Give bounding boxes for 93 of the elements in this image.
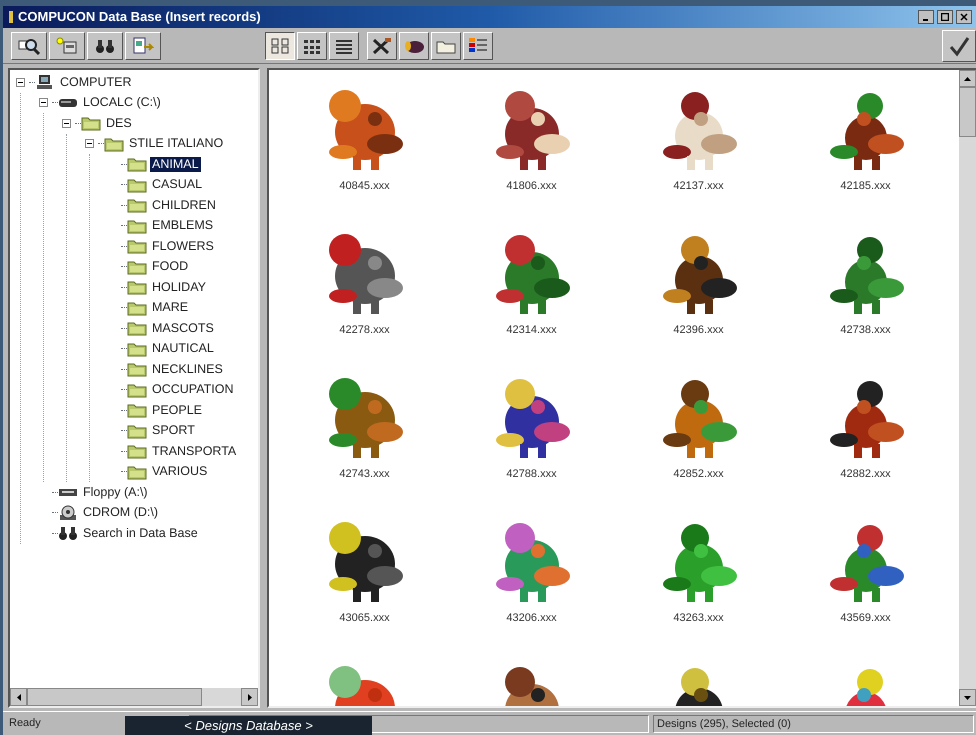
folder-icon xyxy=(127,218,147,234)
tree-item[interactable]: MASCOTS xyxy=(150,320,216,336)
design-label: 42396.xxx xyxy=(673,323,724,338)
scroll-left-button[interactable] xyxy=(10,688,27,706)
folder-icon xyxy=(127,361,147,378)
folder-icon xyxy=(127,443,147,460)
folder-icon xyxy=(127,258,147,275)
computer-icon xyxy=(35,74,55,90)
tree-item[interactable]: PEOPLE xyxy=(150,402,204,418)
folder-icon xyxy=(127,382,147,398)
down-arrow-icon xyxy=(964,696,971,700)
up-arrow-icon xyxy=(964,76,971,80)
window-title: COMPUCON Data Base (Insert records) xyxy=(18,8,262,26)
design-label: 42278.xxx xyxy=(339,323,390,338)
tree-item[interactable]: SPORT xyxy=(150,423,197,438)
design-label: 41806.xxx xyxy=(506,179,557,194)
tree-item[interactable]: LOCALC (C:\) xyxy=(81,95,163,110)
tree-item[interactable]: CASUAL xyxy=(150,177,204,192)
caption: < Designs Database > xyxy=(125,716,372,735)
design-label: 42882.xxx xyxy=(840,467,891,482)
design-label: 43263.xxx xyxy=(673,611,724,626)
tree-item[interactable]: TRANSPORTA xyxy=(150,444,238,459)
design-label: 42852.xxx xyxy=(673,467,724,482)
tree-item[interactable]: Search in Data Base xyxy=(81,526,200,541)
folder-icon xyxy=(127,156,147,172)
tree-item[interactable]: DES xyxy=(104,116,134,131)
tree-item[interactable]: Floppy (A:\) xyxy=(81,484,150,500)
design-label: 42788.xxx xyxy=(506,467,557,482)
tree-item[interactable]: VARIOUS xyxy=(150,464,210,480)
tree-item[interactable]: FLOWERS xyxy=(150,238,216,254)
close-icon xyxy=(960,13,968,21)
left-arrow-icon xyxy=(16,694,20,700)
tree-item[interactable]: MARE xyxy=(150,300,190,316)
checkmark-icon xyxy=(948,34,970,56)
tree-item[interactable]: COMPUTER xyxy=(58,74,134,90)
folder-icon xyxy=(127,197,147,214)
scroll-right-button[interactable] xyxy=(241,688,258,706)
magnifier-icon xyxy=(18,36,40,54)
confirm-button[interactable] xyxy=(942,30,976,62)
minimize-button[interactable] xyxy=(918,10,934,24)
tools-icon xyxy=(371,36,393,54)
app-icon xyxy=(7,10,15,24)
folder-icon xyxy=(127,176,147,193)
close-button[interactable] xyxy=(956,10,972,24)
tree-item[interactable]: HOLIDAY xyxy=(150,280,208,295)
scroll-thumb[interactable] xyxy=(27,688,202,706)
folder-icon xyxy=(127,300,147,316)
new-record-icon xyxy=(56,36,78,54)
tree-item[interactable]: ANIMAL xyxy=(150,156,201,172)
palette-icon xyxy=(467,36,489,54)
folder-icon xyxy=(127,402,147,418)
tree-item[interactable]: CHILDREN xyxy=(150,198,218,213)
folder-icon xyxy=(81,115,101,132)
folder-icon xyxy=(127,422,147,439)
tree-item[interactable]: NECKLINES xyxy=(150,362,225,377)
tree-item[interactable]: OCCUPATION xyxy=(150,382,236,398)
folder-icon xyxy=(127,340,147,357)
design-label: 43065.xxx xyxy=(339,611,390,626)
cd-drive-icon xyxy=(58,504,78,521)
status-counts: Designs (295), Selected (0) xyxy=(653,714,974,732)
tree-item[interactable]: NAUTICAL xyxy=(150,341,216,356)
folder-icon xyxy=(127,464,147,480)
design-label: 42185.xxx xyxy=(840,179,891,194)
design-label: 43569.xxx xyxy=(840,611,891,626)
maximize-icon xyxy=(941,13,949,21)
design-label: 43206.xxx xyxy=(506,611,557,626)
large-icons-icon xyxy=(269,36,291,54)
collapse-icon[interactable] xyxy=(62,118,71,128)
folder-icon xyxy=(127,279,147,296)
collapse-icon[interactable] xyxy=(39,98,48,108)
design-label: 40845.xxx xyxy=(339,179,390,194)
scroll-down-button[interactable] xyxy=(959,689,976,706)
scroll-up-button[interactable] xyxy=(959,70,976,87)
tree-item[interactable]: EMBLEMS xyxy=(150,218,216,234)
design-label: 42137.xxx xyxy=(673,179,724,194)
scroll-thumb[interactable] xyxy=(959,87,976,137)
folder-icon xyxy=(104,136,124,152)
tree-item[interactable]: FOOD xyxy=(150,259,190,274)
collapse-icon[interactable] xyxy=(85,139,94,148)
design-label: 42738.xxx xyxy=(840,323,891,338)
folder-icon xyxy=(127,320,147,336)
tree-item[interactable]: STILE ITALIANO xyxy=(127,136,226,152)
maximize-button[interactable] xyxy=(937,10,953,24)
design-label: 42743.xxx xyxy=(339,467,390,482)
export-icon xyxy=(132,36,154,54)
tree-item[interactable]: CDROM (D:\) xyxy=(81,505,160,520)
status-message: Ready xyxy=(8,716,42,732)
design-label: 42314.xxx xyxy=(506,323,557,338)
right-arrow-icon xyxy=(248,694,252,700)
folder-icon xyxy=(127,238,147,254)
collapse-icon[interactable] xyxy=(16,78,25,87)
toolbar-button[interactable] xyxy=(265,32,295,60)
binoculars-icon xyxy=(58,525,78,542)
